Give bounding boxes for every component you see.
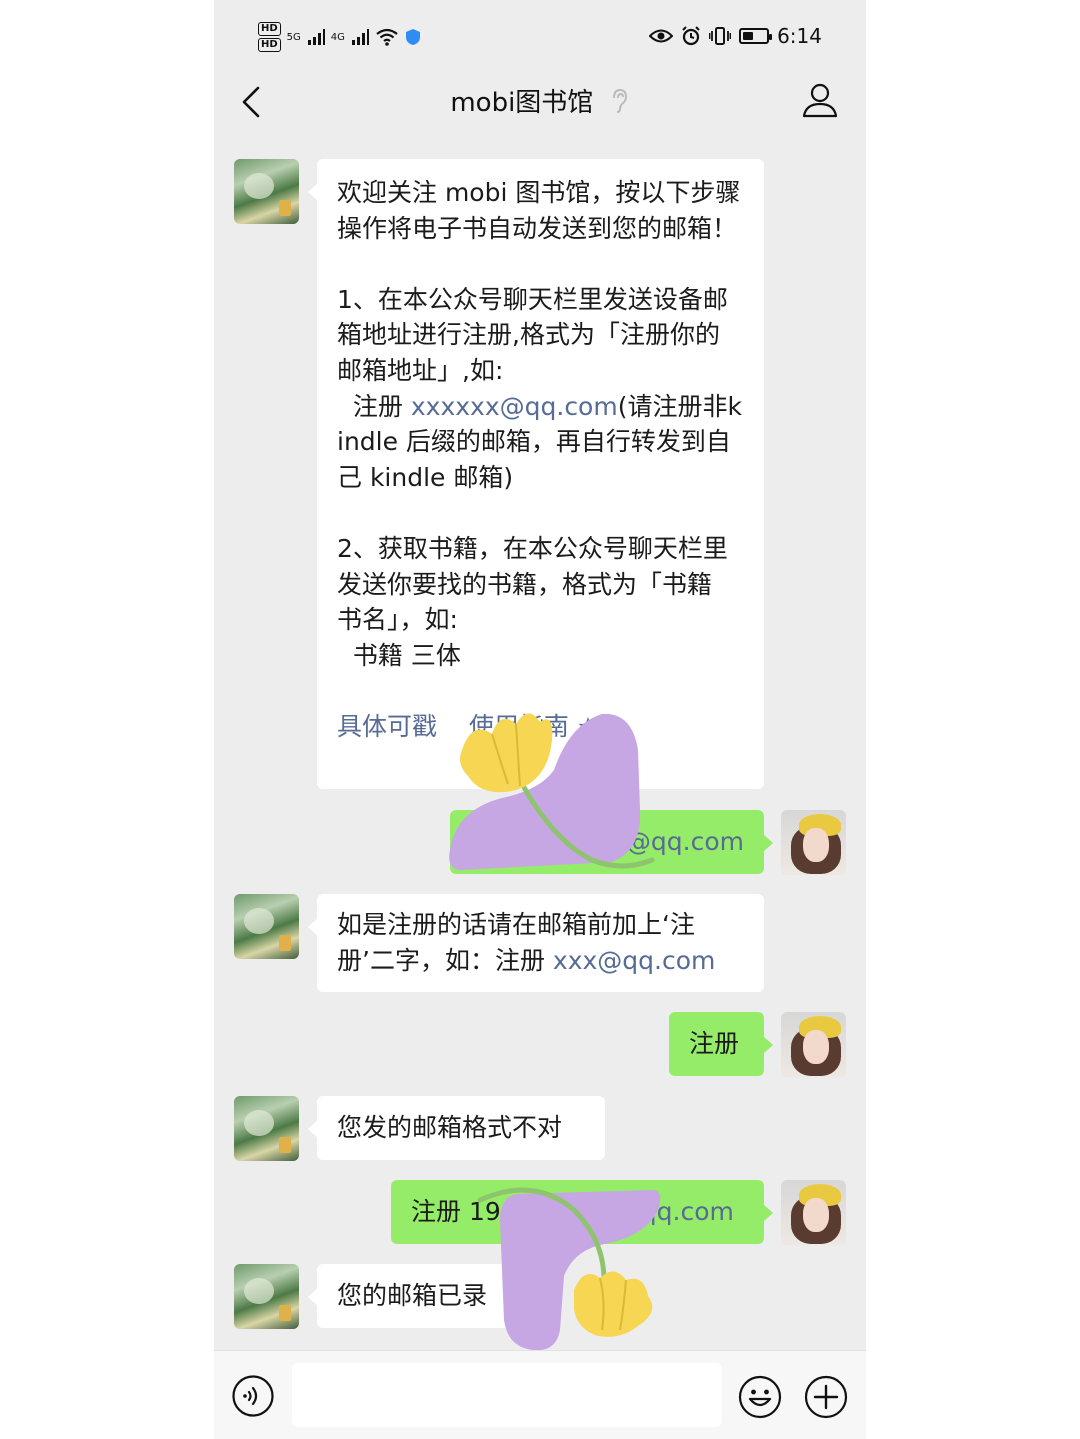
user-avatar[interactable]: [781, 1180, 846, 1245]
bot-avatar[interactable]: [234, 894, 299, 959]
bot-avatar[interactable]: [234, 159, 299, 224]
shield-icon: [405, 29, 420, 45]
chat-header: mobi图书馆: [214, 76, 866, 126]
input-bar: [214, 1350, 866, 1439]
signal-icon: [351, 29, 369, 45]
signal-label: 4G: [330, 31, 345, 43]
message-text: 注册 19: [411, 1197, 501, 1226]
person-icon[interactable]: [800, 80, 840, 120]
status-right: 6:14: [649, 24, 822, 48]
user-avatar[interactable]: [781, 1012, 846, 1077]
guide-link[interactable]: 具体可戳: [337, 712, 437, 741]
message-bubble-in[interactable]: 欢迎关注 mobi 图书馆，按以下步骤操作将电子书自动发送到您的邮箱！ 1、在本…: [308, 159, 764, 789]
message-text: 2、获取书籍，在本公众号聊天栏里发送你要找的书籍，格式为「书籍 书名」，如:: [337, 533, 728, 635]
hd-icon: HD HD: [258, 22, 281, 52]
message-text: 注册: [689, 1029, 740, 1058]
message-bubble-in[interactable]: 如是注册的话请在邮箱前加上‘注册’二字，如：注册 xxx@qq.com: [308, 894, 764, 992]
bot-avatar[interactable]: [234, 1264, 299, 1329]
hd-badge: HD: [258, 38, 281, 52]
plus-icon[interactable]: [804, 1375, 848, 1419]
vibrate-icon: [709, 27, 732, 45]
status-left: HD HD 5G 4G: [258, 22, 421, 52]
email-link[interactable]: xxxxxx@qq.com: [411, 392, 618, 421]
voice-icon[interactable]: [232, 1375, 274, 1417]
ear-icon: [603, 88, 629, 116]
clock: 6:14: [777, 24, 822, 48]
message-text: 注册: [337, 391, 411, 421]
chat-title: mobi图书馆: [450, 88, 594, 118]
message-text: qq.com: [640, 1197, 734, 1226]
message-bubble-out[interactable]: 注册 19 qq.com: [391, 1180, 773, 1244]
message-text: 书籍 三体: [337, 640, 461, 670]
message-bubble-out[interactable]: 注册: [669, 1012, 773, 1076]
message-text: 5@qq.com: [610, 827, 744, 856]
eye-icon: [649, 29, 674, 43]
message-text: 欢迎关注 mobi 图书馆，按以下步骤操作将电子书自动发送到您的邮箱！: [337, 178, 741, 243]
message-text: 您的邮箱已录: [337, 1281, 488, 1310]
emoji-icon[interactable]: [738, 1375, 782, 1419]
signal-label: 5G: [286, 31, 301, 43]
message-bubble-out[interactable]: 5@qq.com: [450, 810, 773, 874]
alarm-icon: [682, 26, 700, 46]
bot-avatar[interactable]: [234, 1096, 299, 1161]
hd-badge: HD: [258, 22, 281, 36]
email-link[interactable]: xxx@qq.com: [553, 946, 715, 975]
message-text: 您发的邮箱格式不对: [337, 1113, 563, 1142]
phone-screen: HD HD 5G 4G 6:14 mobi图书馆 欢迎关注 mobi 图书馆，按…: [214, 0, 866, 1439]
message-bubble-in[interactable]: 您的邮箱已录: [308, 1264, 525, 1328]
message-input[interactable]: [292, 1363, 722, 1427]
wifi-icon: [376, 28, 398, 46]
message-text: 1、在本公众号聊天栏里发送设备邮箱地址进行注册,格式为「注册你的邮箱地址」,如:: [337, 284, 728, 385]
guide-link[interactable]: 使用指南 ★: [469, 712, 599, 741]
message-bubble-in[interactable]: 您发的邮箱格式不对: [308, 1096, 605, 1160]
battery-icon: [739, 28, 773, 44]
chat-title-wrap: mobi图书馆: [214, 82, 866, 119]
user-avatar[interactable]: [781, 810, 846, 875]
status-bar: HD HD 5G 4G 6:14: [214, 0, 866, 76]
signal-icon: [307, 29, 325, 45]
